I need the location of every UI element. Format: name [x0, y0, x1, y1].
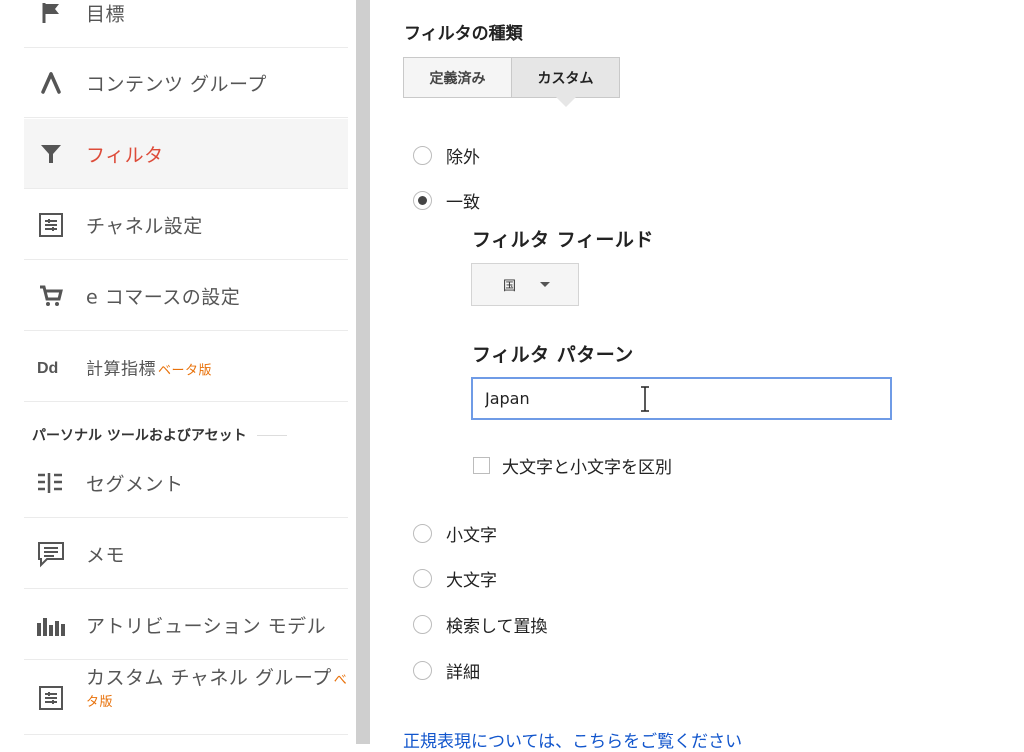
cart-icon [36, 281, 66, 311]
filter-field-value: 国 [503, 279, 517, 294]
lowercase-radio[interactable] [413, 524, 432, 543]
content-group-icon [36, 68, 66, 98]
sidebar-item-filters[interactable]: フィルタ [24, 119, 348, 189]
exclude-label: 除外 [446, 148, 480, 168]
section-header-personal-tools: パーソナル ツールおよびアセット [32, 425, 287, 445]
sidebar-item-label: チャネル設定 [86, 215, 203, 237]
sidebar-item-label: アトリビューション モデル [86, 615, 327, 637]
search-replace-label: 検索して置換 [446, 617, 548, 637]
beta-badge: ベータ版 [158, 363, 213, 378]
filter-type-title: フィルタの種類 [404, 24, 523, 44]
text-cursor-icon [641, 386, 649, 412]
tab-predefined[interactable]: 定義済み [404, 58, 512, 97]
sidebar-item-goals[interactable]: 目標 [24, 0, 348, 48]
case-sensitive-option[interactable]: 大文字と小文字を区別 [473, 453, 672, 478]
sidebar-item-annotations[interactable]: メモ [24, 519, 348, 589]
option-lowercase[interactable]: 小文字 [413, 521, 497, 546]
sidebar-item-custom-channel-groupings[interactable]: カスタム チャネル グループべ タ版 [24, 661, 348, 735]
uppercase-label: 大文字 [446, 571, 497, 591]
beta-badge-part1: べ [333, 673, 348, 688]
annotation-icon [36, 539, 66, 569]
beta-badge-part2: タ版 [86, 695, 114, 710]
exclude-radio[interactable] [413, 146, 432, 165]
filter-icon [36, 139, 66, 169]
calculated-metrics-icon: Dd [36, 352, 66, 382]
regex-help-link[interactable]: 正規表現については、こちらをご覧ください [403, 727, 742, 752]
sidebar-item-label: メモ [86, 544, 126, 566]
option-uppercase[interactable]: 大文字 [413, 566, 497, 591]
sidebar-item-content-grouping[interactable]: コンテンツ グループ [24, 48, 348, 118]
sidebar-item-label: 計算指標 ベータ版 [86, 354, 212, 379]
sidebar-item-text: カスタム チャネル グループ [86, 667, 332, 689]
sidebar-item-label: カスタム チャネル グループべ タ版 [86, 669, 347, 710]
filter-pattern-input[interactable] [471, 377, 892, 420]
filter-field-dropdown[interactable]: 国 [471, 263, 579, 306]
section-rule [256, 434, 287, 436]
sidebar-item-label: コンテンツ グループ [86, 73, 267, 95]
section-header-text: パーソナル ツールおよびアセット [32, 428, 247, 444]
search-replace-radio[interactable] [413, 615, 432, 634]
channel-settings-icon [36, 210, 66, 240]
sidebar-item-calculated-metrics[interactable]: Dd 計算指標 ベータ版 [24, 332, 348, 402]
lowercase-label: 小文字 [446, 526, 497, 546]
option-advanced[interactable]: 詳細 [413, 658, 480, 683]
tab-custom[interactable]: カスタム [512, 58, 619, 97]
segments-icon [36, 468, 66, 498]
sidebar-item-label: e コマースの設定 [86, 286, 241, 308]
option-include[interactable]: 一致 [413, 188, 480, 213]
uppercase-radio[interactable] [413, 569, 432, 588]
sidebar-item-label: セグメント [86, 473, 184, 495]
include-radio[interactable] [413, 191, 432, 210]
case-sensitive-checkbox[interactable] [473, 457, 490, 474]
flag-icon [36, 0, 66, 28]
filter-type-toggle: 定義済み カスタム [403, 57, 620, 98]
sidebar-item-ecommerce-settings[interactable]: e コマースの設定 [24, 261, 348, 331]
chevron-down-icon [540, 282, 551, 287]
custom-channel-icon [36, 683, 66, 713]
include-label: 一致 [446, 193, 480, 213]
advanced-radio[interactable] [413, 661, 432, 680]
option-exclude[interactable]: 除外 [413, 143, 480, 168]
option-search-replace[interactable]: 検索して置換 [413, 612, 548, 637]
sidebar-item-segments[interactable]: セグメント [24, 448, 348, 518]
filter-pattern-title: フィルタ パターン [472, 344, 634, 366]
sidebar-item-attribution-models[interactable]: アトリビューション モデル [24, 590, 348, 660]
case-sensitive-label: 大文字と小文字を区別 [502, 458, 672, 478]
sidebar-item-label: フィルタ [86, 144, 164, 166]
sidebar-item-label: 目標 [86, 3, 126, 25]
advanced-label: 詳細 [446, 663, 480, 683]
sidebar-item-text: 計算指標 [86, 359, 156, 379]
panel-divider [356, 0, 370, 744]
filter-field-title: フィルタ フィールド [472, 229, 654, 251]
sidebar: 目標 コンテンツ グループ フィルタ チャネル設定 e コマースの設定 Dd 計… [0, 0, 356, 744]
filter-editor-panel: フィルタの種類 定義済み カスタム 除外 一致 フィルタ フィールド 国 フィル… [370, 0, 1024, 752]
attribution-icon [36, 610, 66, 640]
sidebar-item-channel-settings[interactable]: チャネル設定 [24, 190, 348, 260]
svg-text:Dd: Dd [37, 360, 58, 377]
